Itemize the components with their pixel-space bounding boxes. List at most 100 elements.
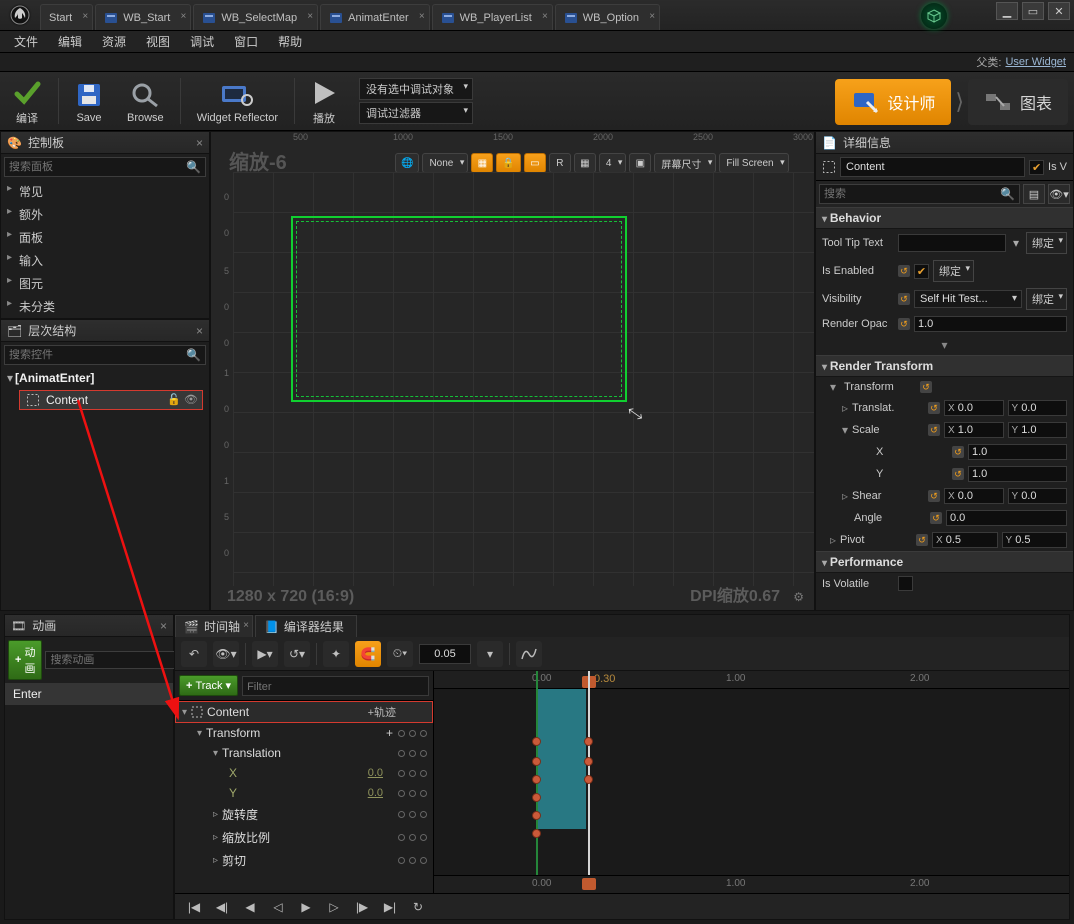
timeline-ruler[interactable]: 0.00 0.30 1.00 2.00 [434, 671, 1069, 689]
reset-icon[interactable]: ↺ [952, 446, 964, 458]
loop-toggle[interactable]: ↻ [407, 897, 429, 917]
time-input[interactable] [419, 644, 471, 664]
reset-icon[interactable]: ↺ [898, 293, 910, 305]
gear-icon[interactable]: ⚙ [793, 590, 804, 604]
eye-icon[interactable]: 👁 [184, 393, 198, 406]
designer-canvas[interactable]: 缩放-6 500 1000 1500 2000 2500 3000 0 0 5 … [210, 131, 815, 611]
keyframe[interactable] [532, 757, 541, 766]
fps-button[interactable]: ⏲▾ [387, 641, 413, 667]
btn-r[interactable]: R [549, 153, 571, 173]
frame-back-button[interactable]: ◁ [267, 897, 289, 917]
goto-start-button[interactable]: |◀ [183, 897, 205, 917]
palette-item[interactable]: 常见 [1, 180, 209, 203]
snap-button[interactable]: 🧲 [355, 641, 381, 667]
maximize-button[interactable]: ▭ [1022, 2, 1044, 20]
step-button[interactable]: ▾ [477, 641, 503, 667]
lock-icon[interactable]: 🔓 [167, 393, 181, 406]
track-rotation[interactable]: ▹旋转度 [175, 803, 433, 826]
eye-icon[interactable]: 👁▾ [1048, 184, 1070, 204]
tab-wb-start[interactable]: WB_Start× [95, 4, 191, 30]
fill-screen-dropdown[interactable]: Fill Screen [719, 153, 788, 173]
track-transform[interactable]: ▾Transform+ [175, 723, 433, 743]
palette-item[interactable]: 面板 [1, 226, 209, 249]
tooltip-input[interactable] [898, 234, 1006, 252]
hierarchy-item-content[interactable]: Content 🔓👁 [19, 390, 203, 410]
step-back-button[interactable]: ◀| [211, 897, 233, 917]
menu-help[interactable]: 帮助 [268, 31, 312, 52]
add-track-button[interactable]: +Track ▾ [179, 675, 238, 696]
close-icon[interactable]: × [649, 11, 655, 22]
reset-icon[interactable]: ↺ [928, 424, 940, 436]
lang-button[interactable]: 🌐 [395, 153, 419, 173]
hierarchy-search-input[interactable] [9, 349, 186, 361]
view-list-icon[interactable]: ▤ [1023, 184, 1045, 204]
anim-search-input[interactable] [50, 654, 192, 666]
keyframe[interactable] [532, 775, 541, 784]
reset-icon[interactable]: ↺ [920, 381, 932, 393]
keyframe[interactable] [532, 793, 541, 802]
tab-timeline[interactable]: 🎬时间轴× [175, 615, 253, 637]
close-button[interactable]: ✕ [1048, 2, 1070, 20]
render-opacity-input[interactable] [918, 318, 1063, 330]
hierarchy-search[interactable]: 🔍 [4, 345, 206, 365]
save-button[interactable]: Save [65, 74, 113, 129]
selection-rect[interactable] [291, 216, 627, 402]
close-icon[interactable]: × [196, 324, 203, 338]
toggle-b[interactable]: ▭ [524, 153, 546, 173]
goto-end-button[interactable]: ▶| [379, 897, 401, 917]
track-y[interactable]: Y0.0 [175, 783, 433, 803]
btn-grid[interactable]: ▦ [574, 153, 596, 173]
track-filter-input[interactable] [247, 681, 424, 693]
tab-designer[interactable]: 设计师 [835, 79, 951, 125]
details-search-input[interactable] [824, 187, 1000, 201]
play-forward-button[interactable]: ▶ [295, 897, 317, 917]
palette-search-input[interactable] [9, 161, 186, 173]
timeline-ruler-bottom[interactable]: 0.00 1.00 2.00 [434, 875, 1069, 893]
panel-header-palette[interactable]: 🎨 控制板 × [1, 132, 209, 154]
animation-item[interactable]: Enter [5, 683, 173, 705]
screen-size-dropdown[interactable]: 屏幕尺寸 [654, 153, 716, 173]
tab-wb-option[interactable]: WB_Option× [555, 4, 660, 30]
browse-button[interactable]: Browse [117, 74, 174, 129]
tab-wb-selectmap[interactable]: WB_SelectMap× [193, 4, 318, 30]
menu-window[interactable]: 窗口 [224, 31, 268, 52]
debug-filter-dropdown[interactable]: 调试过滤器 [359, 102, 473, 124]
play-reverse-button[interactable]: ◀ [239, 897, 261, 917]
palette-item[interactable]: 输入 [1, 249, 209, 272]
close-icon[interactable]: × [196, 136, 203, 150]
pivot-x[interactable] [946, 534, 994, 546]
reset-icon[interactable]: ↺ [952, 468, 964, 480]
timeline-clip[interactable] [536, 689, 586, 829]
menu-view[interactable]: 视图 [136, 31, 180, 52]
scale-y[interactable] [1021, 424, 1063, 436]
track-shear[interactable]: ▹剪切 [175, 849, 433, 872]
keyframe[interactable] [584, 737, 593, 746]
translate-x[interactable] [958, 402, 1000, 414]
play-button[interactable]: ▶▾ [252, 641, 278, 667]
tab-graph[interactable]: 图表 [968, 79, 1068, 125]
widget-name-input[interactable] [840, 157, 1025, 177]
close-icon[interactable]: × [160, 619, 167, 633]
palette-item[interactable]: 未分类 [1, 295, 209, 318]
key-button[interactable]: ✦ [323, 641, 349, 667]
add-subtrack-button[interactable]: +轨迹 [368, 704, 396, 720]
debug-target-dropdown[interactable]: 没有选中调试对象 [359, 78, 473, 100]
track-filter[interactable] [242, 676, 429, 696]
track-scale[interactable]: ▹缩放比例 [175, 826, 433, 849]
angle-input[interactable] [950, 512, 1063, 524]
close-icon[interactable]: × [307, 11, 313, 22]
scale-x[interactable] [958, 424, 1000, 436]
track-content[interactable]: ▾Content+轨迹 [175, 701, 433, 723]
close-icon[interactable]: × [243, 620, 249, 631]
loop-button[interactable]: ↺▾ [284, 641, 310, 667]
timeline-graph[interactable]: 0.00 0.30 1.00 2.00 [434, 671, 1069, 893]
keyframe[interactable] [532, 737, 541, 746]
bind-button[interactable]: 绑定 [1026, 232, 1067, 254]
is-enabled-checkbox[interactable]: ✔ [914, 264, 929, 279]
track-translation[interactable]: ▾Translation [175, 743, 433, 763]
menu-edit[interactable]: 编辑 [48, 31, 92, 52]
cat-render-transform[interactable]: Render Transform [816, 355, 1073, 377]
panel-header-hierarchy[interactable]: 🗂 层次结构 × [1, 320, 209, 342]
view-button[interactable]: 👁▾ [213, 641, 239, 667]
close-icon[interactable]: × [180, 11, 186, 22]
